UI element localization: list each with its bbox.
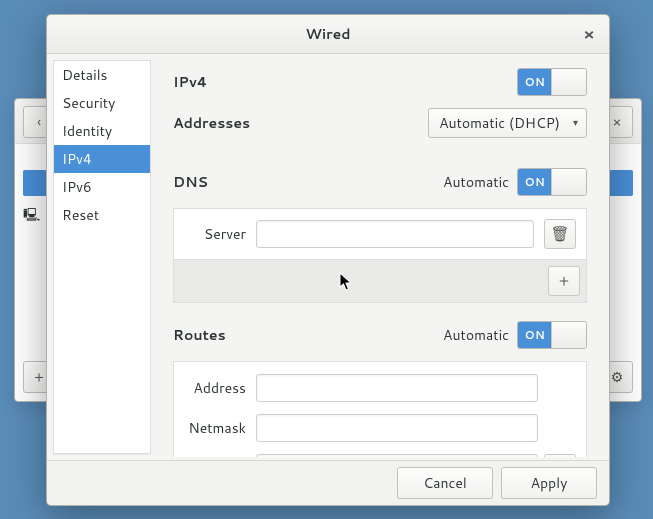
sidebar-item-reset[interactable]: Reset (54, 201, 150, 229)
route-address-row: Address (184, 368, 576, 408)
switch-knob (551, 322, 586, 348)
dns-server-remove-button[interactable]: 🗑 (544, 219, 576, 249)
ipv4-heading: IPv4 (173, 72, 207, 92)
route-remove-button[interactable]: 🗑 (544, 454, 576, 457)
dns-heading-row: DNS Automatic ON (173, 168, 587, 196)
route-address-label: Address (184, 378, 246, 398)
dns-automatic-switch[interactable]: ON (517, 168, 587, 196)
dns-server-label: Server (184, 224, 246, 244)
ipv4-enable-switch[interactable]: ON (517, 68, 587, 96)
route-netmask-input[interactable] (256, 414, 538, 442)
dialog-body: Details Security Identity IPv4 IPv6 Rese… (47, 54, 609, 461)
dns-automatic-label: Automatic (443, 172, 509, 192)
dialog-title: Wired (306, 24, 351, 44)
addresses-label: Addresses (173, 113, 250, 133)
dialog-footer: Cancel Apply (47, 460, 609, 505)
addresses-mode-combo[interactable]: Automatic (DHCP) ▾ (428, 108, 587, 138)
apply-button[interactable]: Apply (501, 467, 597, 499)
route-gateway-row: Gateway (184, 448, 576, 457)
ipv4-content: IPv4 ON Addresses Automatic (DHCP) ▾ DNS (151, 54, 609, 461)
routes-automatic-label: Automatic (443, 325, 509, 345)
dns-server-row: Server 🗑 (174, 209, 586, 259)
dns-servers-group: Server 🗑 + (173, 208, 587, 303)
dialog-close-button[interactable]: × (579, 24, 599, 44)
sidebar-item-identity[interactable]: Identity (54, 117, 150, 145)
routes-group: Address Netmask Gateway 🗑 (173, 361, 587, 457)
chevron-left-icon: ‹ (37, 112, 41, 132)
plus-icon: + (559, 270, 569, 291)
route-address-input[interactable] (256, 374, 538, 402)
ipv4-heading-row: IPv4 ON (173, 68, 587, 96)
sidebar-item-security[interactable]: Security (54, 89, 150, 117)
dns-heading: DNS (173, 172, 208, 192)
plus-icon: + (34, 367, 44, 387)
route-netmask-label: Netmask (184, 418, 246, 438)
sidebar-item-ipv6[interactable]: IPv6 (54, 173, 150, 201)
sidebar-item-details[interactable]: Details (54, 61, 150, 89)
cancel-button[interactable]: Cancel (397, 467, 493, 499)
route-gateway-input[interactable] (256, 454, 538, 457)
route-netmask-row: Netmask (184, 408, 576, 448)
routes-automatic-switch[interactable]: ON (517, 321, 587, 349)
close-icon: × (613, 112, 622, 132)
dialog-sidebar: Details Security Identity IPv4 IPv6 Rese… (53, 60, 151, 455)
switch-knob (551, 169, 586, 195)
dns-add-row: + (174, 259, 586, 302)
dialog-header: Wired × (47, 15, 609, 54)
switch-knob (551, 69, 586, 95)
addresses-mode-value: Automatic (DHCP) (439, 113, 560, 133)
switch-on-label: ON (518, 169, 552, 195)
addresses-row: Addresses Automatic (DHCP) ▾ (173, 108, 587, 138)
routes-clip: Address Netmask Gateway 🗑 (173, 361, 587, 457)
routes-heading-row: Routes Automatic ON (173, 321, 587, 349)
switch-on-label: ON (518, 69, 552, 95)
chevron-down-icon: ▾ (573, 116, 578, 130)
trash-icon: 🗑 (550, 223, 569, 244)
monitor-icon: 🖳 (23, 206, 39, 228)
sidebar-item-ipv4[interactable]: IPv4 (54, 145, 150, 173)
dns-add-server-button[interactable]: + (548, 266, 580, 296)
wired-connection-dialog: Wired × Details Security Identity IPv4 I… (46, 14, 610, 506)
switch-on-label: ON (518, 322, 552, 348)
close-icon: × (583, 23, 594, 46)
routes-heading: Routes (173, 325, 226, 345)
dns-server-input[interactable] (256, 220, 534, 248)
gear-icon: ⚙ (611, 367, 624, 387)
